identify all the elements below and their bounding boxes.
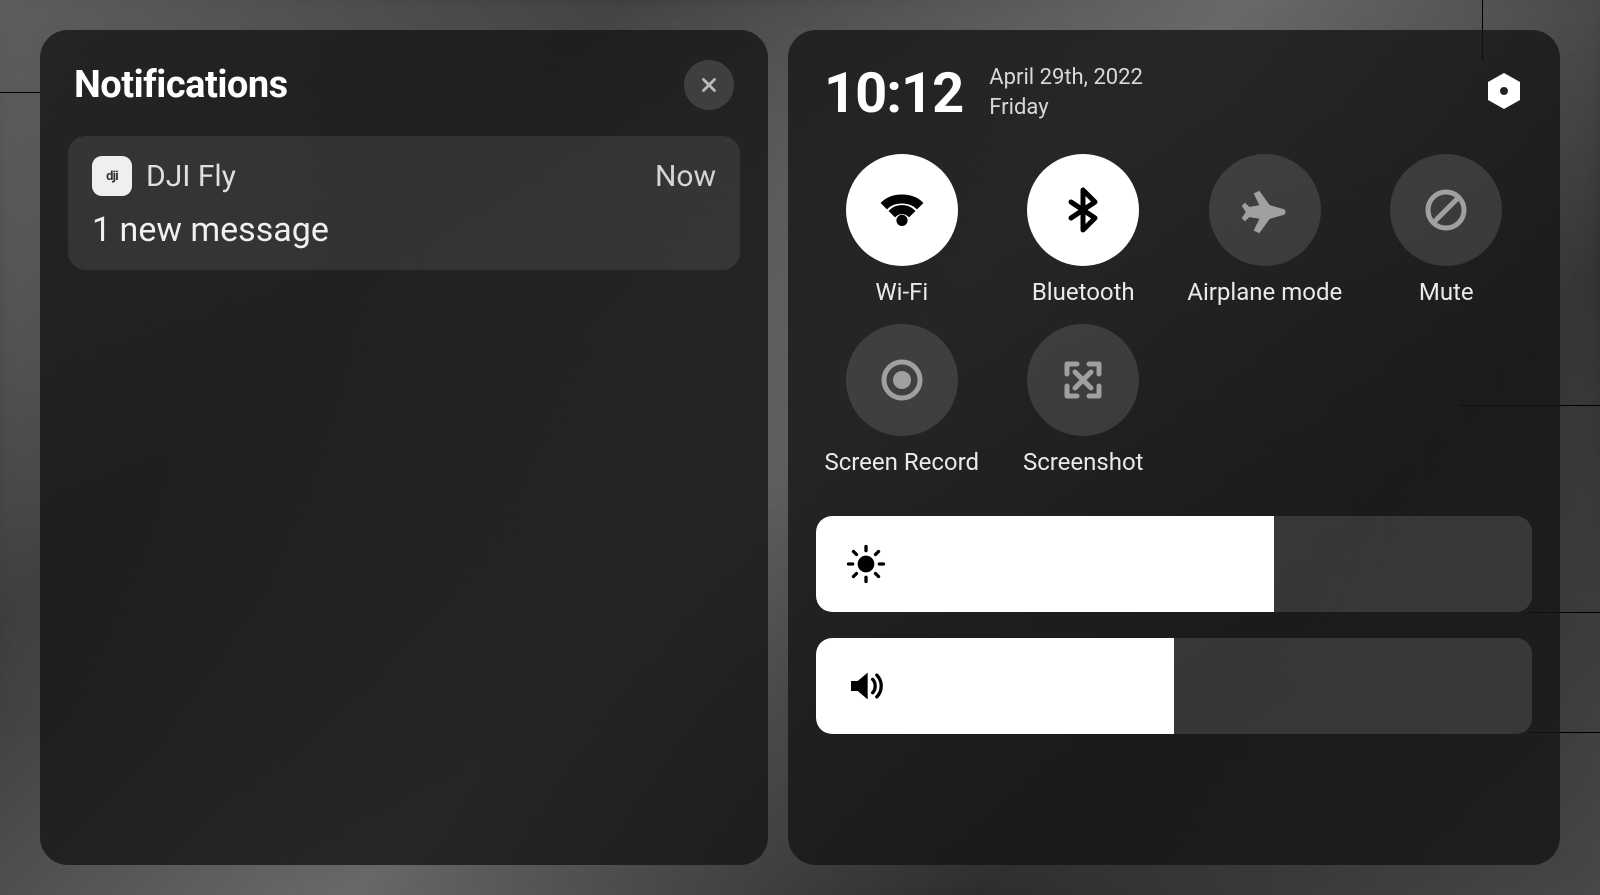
toggle-label: Screen Record [824, 448, 979, 476]
toggle-airplane[interactable]: Airplane mode [1179, 154, 1351, 306]
clock-time: 10:12 [824, 60, 963, 126]
toggle-screen-record[interactable]: Screen Record [816, 324, 988, 476]
close-icon [698, 74, 720, 96]
toggle-mute[interactable]: Mute [1361, 154, 1533, 306]
bluetooth-icon [1059, 186, 1107, 234]
clock-date: April 29th, 2022 Friday [989, 63, 1143, 122]
mute-icon [1422, 186, 1470, 234]
notifications-panel: Notifications dji DJI Fly Now 1 new mess… [40, 30, 768, 865]
toggle-wifi[interactable]: Wi-Fi [816, 154, 988, 306]
toggle-label: Mute [1419, 278, 1474, 306]
brightness-slider[interactable] [816, 516, 1532, 612]
clear-notifications-button[interactable] [684, 60, 734, 110]
toggle-label: Airplane mode [1187, 278, 1342, 306]
volume-icon [846, 666, 886, 706]
notification-app-name: DJI Fly [146, 159, 236, 194]
quick-settings-panel: 10:12 April 29th, 2022 Friday Wi-Fi Blue [788, 30, 1560, 865]
record-icon [878, 356, 926, 404]
brightness-icon [846, 544, 886, 584]
toggle-label: Bluetooth [1032, 278, 1135, 306]
notification-time: Now [655, 159, 716, 194]
airplane-icon [1241, 186, 1289, 234]
toggle-label: Screenshot [1023, 448, 1144, 476]
volume-slider[interactable] [816, 638, 1532, 734]
notifications-title: Notifications [74, 63, 288, 107]
screenshot-icon [1059, 356, 1107, 404]
notification-app-icon: dji [92, 156, 132, 196]
toggle-label: Wi-Fi [875, 278, 928, 306]
clock-date-line2: Friday [989, 93, 1143, 123]
clock-date-line1: April 29th, 2022 [989, 63, 1143, 93]
settings-hex-icon[interactable] [1484, 71, 1524, 115]
notification-card[interactable]: dji DJI Fly Now 1 new message [68, 136, 740, 270]
notification-body: 1 new message [92, 210, 716, 250]
toggle-bluetooth[interactable]: Bluetooth [998, 154, 1170, 306]
toggle-screenshot[interactable]: Screenshot [998, 324, 1170, 476]
wifi-icon [878, 186, 926, 234]
